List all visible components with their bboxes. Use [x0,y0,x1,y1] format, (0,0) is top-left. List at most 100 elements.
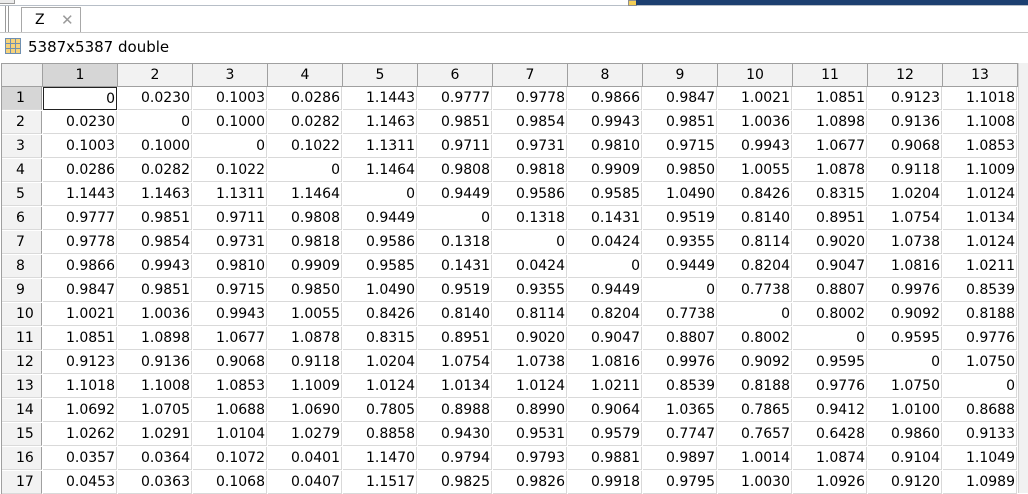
grid-cell[interactable]: 1.1009 [943,159,1017,182]
grid-cell[interactable]: 0.7657 [718,423,792,446]
grid-cell[interactable]: 1.0036 [718,111,792,134]
grid-cell[interactable]: 0.9133 [943,423,1017,446]
grid-cell[interactable]: 0.8988 [418,399,492,422]
grid-cell[interactable]: 0.9850 [643,159,717,182]
grid-cell[interactable]: 0.8858 [343,423,417,446]
grid-cell[interactable]: 0.9918 [568,471,642,494]
grid-cell[interactable]: 0.8188 [718,375,792,398]
grid-cell[interactable]: 1.0898 [793,111,867,134]
grid-cell[interactable]: 0.1003 [193,87,267,110]
column-header-5[interactable]: 5 [343,64,418,87]
grid-cell[interactable]: 0.9847 [43,279,117,302]
grid-cell[interactable]: 0.9810 [193,255,267,278]
grid-cell[interactable]: 0 [943,375,1017,398]
grid-cell[interactable]: 1.1311 [193,183,267,206]
grid-cell[interactable]: 1.1464 [268,183,342,206]
row-header-4[interactable]: 4 [2,159,42,182]
grid-cell[interactable]: 0.9449 [568,279,642,302]
grid-corner[interactable] [2,64,43,87]
grid-cell[interactable]: 0.1068 [193,471,267,494]
grid-cell[interactable]: 0.8114 [493,303,567,326]
grid-cell[interactable]: 1.0754 [418,351,492,374]
grid-cell[interactable]: 0.9826 [493,471,567,494]
grid-cell[interactable]: 1.0134 [418,375,492,398]
grid-cell[interactable]: 0.9818 [268,231,342,254]
close-icon[interactable]: ✕ [61,11,74,29]
grid-cell[interactable]: 0.8315 [793,183,867,206]
grid-cell[interactable]: 0.1000 [118,135,192,158]
grid-cell[interactable]: 0 [343,183,417,206]
grid-cell[interactable]: 1.0021 [43,303,117,326]
grid-cell[interactable]: 1.0204 [343,351,417,374]
grid-cell[interactable]: 0.8807 [643,327,717,350]
grid-cell[interactable]: 0.9586 [493,183,567,206]
row-header-1[interactable]: 1 [2,87,42,110]
grid-cell[interactable]: 0.0286 [268,87,342,110]
grid-cell[interactable]: 0.0282 [268,111,342,134]
grid-cell[interactable]: 0.9123 [868,87,942,110]
grid-cell[interactable]: 0.9449 [343,207,417,230]
grid-cell[interactable]: 0.9123 [43,351,117,374]
row-header-13[interactable]: 13 [2,375,42,398]
grid-cell[interactable]: 1.1463 [118,183,192,206]
grid-cell[interactable]: 1.0853 [943,135,1017,158]
grid-cell[interactable]: 0 [118,111,192,134]
grid-cell[interactable]: 0.8140 [718,207,792,230]
grid-cell[interactable]: 0.9847 [643,87,717,110]
grid-cell[interactable]: 0.8426 [718,183,792,206]
grid-cell[interactable]: 1.1018 [43,375,117,398]
grid-cell[interactable]: 0.9881 [568,447,642,470]
grid-cell[interactable]: 0.8951 [793,207,867,230]
grid-cell[interactable]: 0.0357 [43,447,117,470]
grid-cell[interactable]: 0 [493,231,567,254]
grid-cell[interactable]: 1.1049 [943,447,1017,470]
grid-cell[interactable]: 0.8688 [943,399,1017,422]
grid-cell[interactable]: 1.1517 [343,471,417,494]
grid-cell[interactable]: 0.9715 [643,135,717,158]
grid-cell[interactable]: 0.9909 [568,159,642,182]
grid-cell[interactable]: 0.9068 [868,135,942,158]
grid-cell[interactable]: 0.6428 [793,423,867,446]
grid-cell[interactable]: 0.9118 [268,351,342,374]
grid-cell[interactable]: 1.0989 [943,471,1017,494]
grid-cell[interactable]: 0.9854 [493,111,567,134]
grid-cell[interactable]: 1.1463 [343,111,417,134]
row-header-9[interactable]: 9 [2,279,42,302]
grid-cell[interactable]: 0.9585 [343,255,417,278]
grid-cell[interactable]: 0.0282 [118,159,192,182]
grid-cell[interactable]: 1.0490 [643,183,717,206]
grid-cell[interactable]: 0.9020 [493,327,567,350]
row-header-6[interactable]: 6 [2,207,42,230]
grid-cell[interactable]: 1.1008 [943,111,1017,134]
grid-cell[interactable]: 0.1431 [568,207,642,230]
grid-cell[interactable]: 1.0021 [718,87,792,110]
grid-cell[interactable]: 0.9810 [568,135,642,158]
grid-cell[interactable]: 0.9519 [418,279,492,302]
grid-cell[interactable]: 1.0738 [493,351,567,374]
grid-cell[interactable]: 1.0851 [793,87,867,110]
grid-cell[interactable]: 0.9778 [493,87,567,110]
variable-editor-grid[interactable]: 1 2 3 4 5 6 7 8 9 10 11 12 13 1 0 0.0230 0.1003 0.0286 1.1… [1,63,1018,494]
grid-cell[interactable]: 0.7865 [718,399,792,422]
grid-cell[interactable]: 0.0407 [268,471,342,494]
grid-cell[interactable]: 0.9449 [418,183,492,206]
grid-cell[interactable]: 0.9897 [643,447,717,470]
grid-cell[interactable]: 0.0230 [118,87,192,110]
grid-cell[interactable]: 1.0204 [868,183,942,206]
grid-cell[interactable]: 0.9519 [643,207,717,230]
grid-cell[interactable]: 0.8204 [568,303,642,326]
row-header-16[interactable]: 16 [2,447,42,470]
grid-cell[interactable]: 0.9020 [793,231,867,254]
column-header-10[interactable]: 10 [718,64,793,87]
grid-cell[interactable]: 1.0490 [343,279,417,302]
grid-cell[interactable]: 1.0055 [268,303,342,326]
grid-cell[interactable]: 1.0688 [193,399,267,422]
grid-cell[interactable]: 0.8188 [943,303,1017,326]
tab-variable-z[interactable]: Z ✕ [21,7,81,32]
grid-cell[interactable]: 0 [643,279,717,302]
grid-cell[interactable]: 1.0878 [793,159,867,182]
grid-cell[interactable]: 1.0030 [718,471,792,494]
grid-cell[interactable]: 1.0124 [493,375,567,398]
grid-cell[interactable]: 1.1464 [343,159,417,182]
row-header-12[interactable]: 12 [2,351,42,374]
